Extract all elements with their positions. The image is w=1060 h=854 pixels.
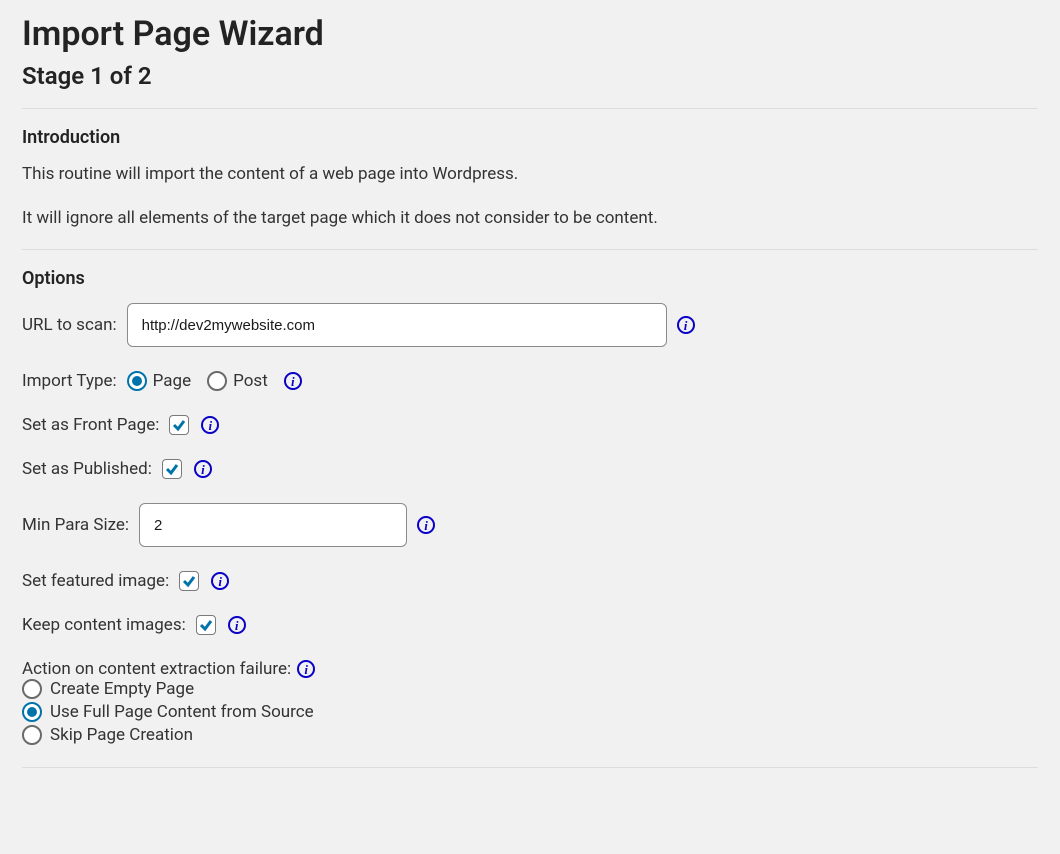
row-front-page: Set as Front Page: i	[22, 415, 1038, 435]
row-min-para: Min Para Size: i	[22, 503, 1038, 547]
stage-title: Stage 1 of 2	[22, 62, 1038, 90]
checkbox-keep-images[interactable]	[196, 615, 216, 635]
failure-options-list: Create Empty Page Use Full Page Content …	[22, 679, 1038, 745]
row-published: Set as Published: i	[22, 459, 1038, 479]
failure-opt3-label: Skip Page Creation	[50, 725, 193, 745]
radio-post[interactable]	[207, 371, 227, 391]
divider	[22, 249, 1038, 250]
failure-opt1-label: Create Empty Page	[50, 679, 194, 699]
info-icon[interactable]: i	[417, 516, 435, 534]
checkbox-front-page[interactable]	[169, 415, 189, 435]
row-failure-action: Action on content extraction failure: i	[22, 659, 1038, 679]
info-icon[interactable]: i	[194, 460, 212, 478]
front-page-label: Set as Front Page:	[22, 415, 159, 435]
info-icon[interactable]: i	[228, 616, 246, 634]
row-keep-images: Keep content images: i	[22, 615, 1038, 635]
url-input[interactable]	[127, 303, 667, 347]
intro-text-1: This routine will import the content of …	[22, 162, 1038, 188]
checkbox-featured-image[interactable]	[179, 571, 199, 591]
radio-post-label: Post	[233, 371, 268, 391]
info-icon[interactable]: i	[677, 316, 695, 334]
checkbox-published[interactable]	[162, 459, 182, 479]
min-para-input[interactable]	[139, 503, 407, 547]
radio-page[interactable]	[127, 371, 147, 391]
divider	[22, 767, 1038, 768]
row-url-to-scan: URL to scan: i	[22, 303, 1038, 347]
wizard-page: Import Page Wizard Stage 1 of 2 Introduc…	[0, 14, 1060, 816]
radio-skip-creation[interactable]	[22, 725, 42, 745]
info-icon[interactable]: i	[284, 372, 302, 390]
info-icon[interactable]: i	[297, 660, 315, 678]
published-label: Set as Published:	[22, 459, 152, 479]
page-title: Import Page Wizard	[22, 14, 1038, 54]
info-icon[interactable]: i	[211, 572, 229, 590]
intro-text-2: It will ignore all elements of the targe…	[22, 206, 1038, 232]
radio-use-full-content[interactable]	[22, 702, 42, 722]
url-label: URL to scan:	[22, 315, 117, 335]
section-introduction-heading: Introduction	[22, 127, 1038, 148]
row-import-type: Import Type: Page Post i	[22, 371, 1038, 391]
radio-create-empty[interactable]	[22, 679, 42, 699]
divider	[22, 108, 1038, 109]
failure-opt2-label: Use Full Page Content from Source	[50, 702, 314, 722]
section-options-heading: Options	[22, 268, 1038, 289]
radio-page-label: Page	[153, 371, 191, 391]
featured-label: Set featured image:	[22, 571, 169, 591]
info-icon[interactable]: i	[201, 416, 219, 434]
import-type-label: Import Type:	[22, 371, 117, 391]
min-para-label: Min Para Size:	[22, 515, 129, 535]
failure-label: Action on content extraction failure:	[22, 659, 291, 679]
row-featured-image: Set featured image: i	[22, 571, 1038, 591]
keep-images-label: Keep content images:	[22, 615, 186, 635]
